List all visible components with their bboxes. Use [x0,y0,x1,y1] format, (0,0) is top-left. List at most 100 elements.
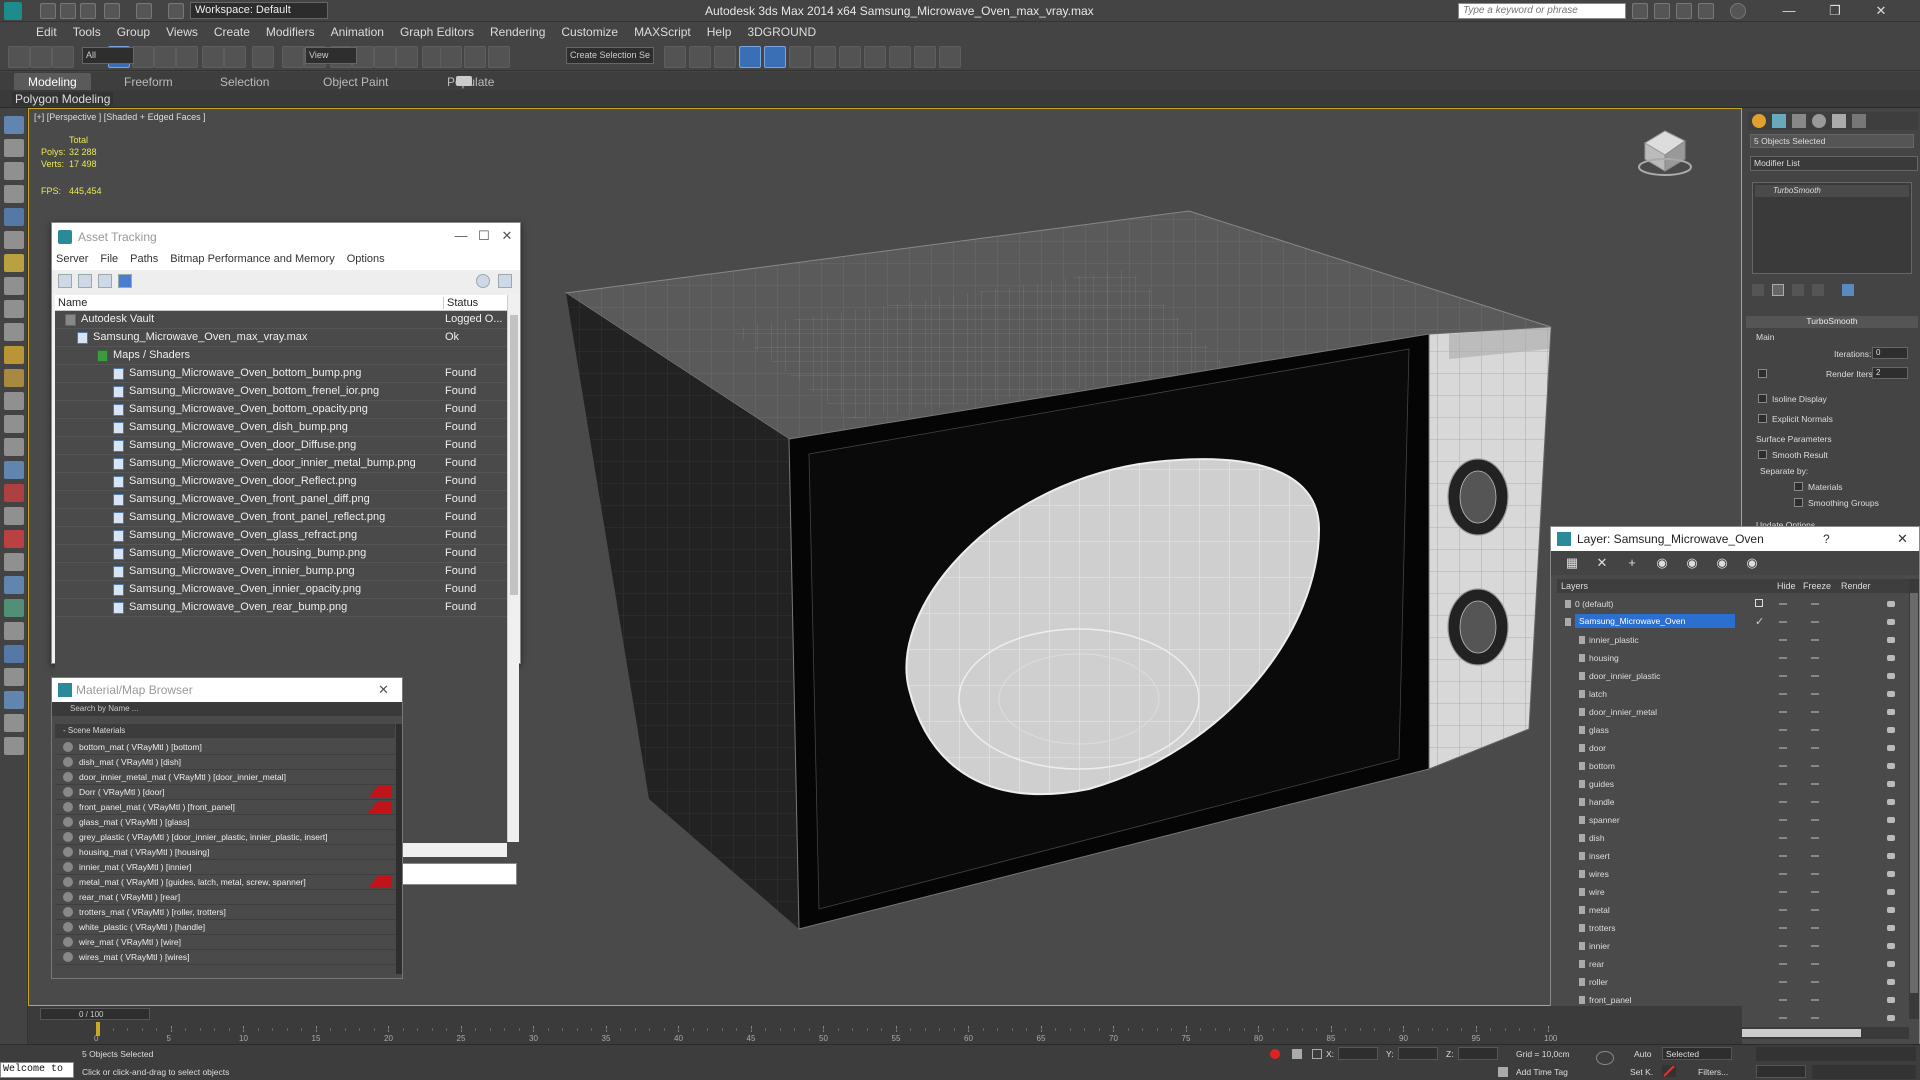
active-layer-check-icon[interactable]: ✓ [1755,615,1764,628]
isolate-icon[interactable] [4,208,24,226]
stack-item-turbosmooth[interactable]: TurboSmooth [1755,185,1909,197]
render-toggle-icon[interactable] [1887,709,1895,715]
close-icon[interactable]: ✕ [1897,531,1908,547]
render-iterative-icon[interactable] [939,46,961,68]
new-file-icon[interactable] [40,3,56,19]
render-setup-icon[interactable] [864,46,886,68]
schematic-view-icon[interactable] [814,46,836,68]
set-key-button[interactable]: Set K. [1630,1067,1653,1077]
scene-materials-header[interactable]: - Scene Materials [55,724,395,738]
bind-space-warp-icon[interactable] [52,46,74,68]
layer-row[interactable]: innier_plastic [1557,631,1909,649]
smoothing-groups-checkbox[interactable] [1794,498,1803,507]
minimize-icon[interactable]: — [450,228,472,246]
time-tag-icon[interactable] [1498,1067,1508,1077]
list-item[interactable]: door_innier_metal_mat ( VRayMtl ) [door_… [55,770,395,785]
freeze-toggle-icon[interactable] [1811,711,1819,713]
layer-row[interactable]: handle [1557,793,1909,811]
hide-toggle-icon[interactable] [1779,855,1787,857]
materials-checkbox[interactable] [1794,482,1803,491]
curve-editor-icon[interactable] [789,46,811,68]
render-toggle-icon[interactable] [1887,997,1895,1003]
table-view-icon[interactable] [98,274,112,288]
table-row[interactable]: Samsung_Microwave_Oven_max_vray.max Ok [55,329,507,347]
menu-create[interactable]: Create [206,22,258,39]
table-row[interactable]: Samsung_Microwave_Oven_bottom_bump.png Fo… [55,365,507,383]
use-pivot-icon[interactable] [282,46,304,68]
list-item[interactable]: bottom_mat ( VRayMtl ) [bottom] [55,740,395,755]
particle-icon[interactable] [4,415,24,433]
list-item[interactable]: wire_mat ( VRayMtl ) [wire] [55,935,395,950]
hide-toggle-icon[interactable] [1779,1017,1787,1019]
hide-toggle-icon[interactable] [1779,999,1787,1001]
set-key-icon[interactable] [1662,1065,1676,1077]
hide-toggle-icon[interactable] [1779,693,1787,695]
freeze-toggle-icon[interactable] [1811,873,1819,875]
scene-states-icon[interactable] [4,553,24,571]
list-item[interactable]: front_panel_mat ( VRayMtl ) [front_panel… [55,800,395,815]
absolute-mode-icon[interactable] [1312,1049,1322,1059]
mass-fx-icon[interactable] [4,622,24,640]
menu-animation[interactable]: Animation [323,22,392,39]
layer-row[interactable]: innier [1557,937,1909,955]
render-toggle-icon[interactable] [1887,781,1895,787]
open-explorer-icon[interactable] [4,139,24,157]
hide-toggle-icon[interactable] [1779,927,1787,929]
show-end-result-icon[interactable] [1772,284,1784,296]
auto-key-button[interactable]: Auto [1634,1049,1652,1059]
modify-tab-icon[interactable] [1772,114,1786,128]
orbit-icon[interactable] [4,645,24,663]
material-editor-icon[interactable] [839,46,861,68]
system-icon[interactable] [4,323,24,341]
render-iters-checkbox[interactable] [1758,369,1767,378]
freeze-toggle-icon[interactable] [1811,603,1819,605]
table-row[interactable]: Samsung_Microwave_Oven_front_panel_refle… [55,509,507,527]
list-item[interactable]: dish_mat ( VRayMtl ) [dish] [55,755,395,770]
vertical-scrollbar[interactable] [507,295,519,842]
list-item[interactable]: trotters_mat ( VRayMtl ) [roller, trotte… [55,905,395,920]
layer-row[interactable]: dish [1557,829,1909,847]
layer-row[interactable]: insert [1557,847,1909,865]
align-tool-icon[interactable] [689,46,711,68]
iterations-spinner[interactable]: 0 [1872,347,1908,359]
hide-all-icon[interactable]: ◉ [1715,556,1729,570]
select-scale-icon[interactable] [252,46,274,68]
list-view-icon[interactable] [78,274,92,288]
column-render-header[interactable]: Render [1841,581,1871,591]
ribbon-tab-freeform[interactable]: Freeform [110,73,187,90]
edit-named-selection-icon[interactable] [440,46,462,68]
hide-toggle-icon[interactable] [1779,621,1787,623]
help-icon[interactable] [476,274,490,288]
render-toggle-icon[interactable] [1887,871,1895,877]
layer-row[interactable]: wires [1557,865,1909,883]
menu-rendering[interactable]: Rendering [482,22,553,39]
hide-toggle-icon[interactable] [1779,909,1787,911]
table-row[interactable]: Autodesk Vault Logged O... [55,311,507,329]
layer-row[interactable]: metal [1557,901,1909,919]
modifier-list-dropdown[interactable]: Modifier List [1750,156,1918,171]
freeze-toggle-icon[interactable] [1811,765,1819,767]
layer-row[interactable]: latch [1557,685,1909,703]
table-row[interactable]: Samsung_Microwave_Oven_bottom_frenel_ior… [55,383,507,401]
utilities-tab-icon[interactable] [1852,114,1866,128]
render-toggle-icon[interactable] [1887,889,1895,895]
freeze-toggle-icon[interactable] [1811,621,1819,623]
render-toggle-icon[interactable] [1887,745,1895,751]
freeze-toggle-icon[interactable] [1811,675,1819,677]
list-item[interactable]: Dorr ( VRayMtl ) [door] [55,785,395,800]
render-toggle-icon[interactable] [1887,961,1895,967]
layer-row[interactable]: trotters [1557,919,1909,937]
geosphere-icon[interactable] [4,369,24,387]
asset-menu-server[interactable]: Server [56,253,88,265]
column-status-header[interactable]: Status [443,297,478,309]
angle-snap-icon[interactable] [374,46,396,68]
render-toggle-icon[interactable] [1887,727,1895,733]
add-to-layer-icon[interactable]: + [1625,556,1639,570]
table-row[interactable]: Samsung_Microwave_Oven_door_Reflect.png F… [55,473,507,491]
hide-toggle-icon[interactable] [1779,801,1787,803]
layer-row[interactable]: door_innier_plastic [1557,667,1909,685]
table-row[interactable]: Samsung_Microwave_Oven_housing_bump.png F… [55,545,507,563]
freeze-toggle-icon[interactable] [1811,981,1819,983]
hide-toggle-icon[interactable] [1779,603,1787,605]
open-file-icon[interactable] [60,3,76,19]
